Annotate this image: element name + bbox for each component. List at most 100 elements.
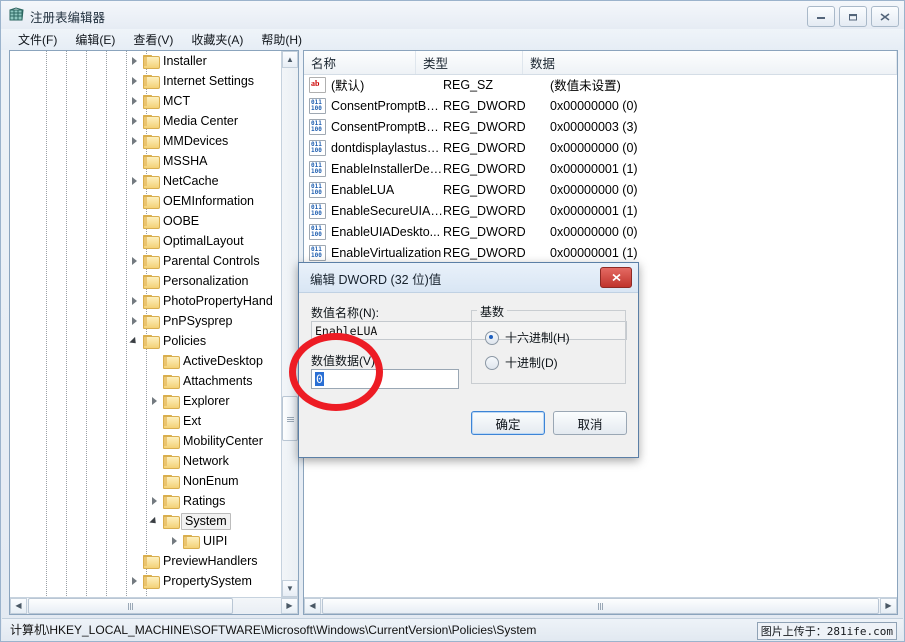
tree-horizontal-scrollbar[interactable]: ◀ ▶ (10, 597, 298, 614)
expand-arrow-icon[interactable] (170, 536, 181, 547)
ok-button[interactable]: 确定 (471, 411, 545, 435)
list-hscroll-thumb[interactable] (322, 598, 879, 614)
expand-arrow-icon[interactable] (130, 296, 141, 307)
expand-arrow-icon[interactable] (130, 176, 141, 187)
list-horizontal-scrollbar[interactable]: ◀ ▶ (304, 597, 897, 614)
expand-arrow-icon[interactable] (130, 56, 141, 67)
collapse-arrow-icon[interactable] (150, 516, 161, 527)
list-scroll-right-button[interactable]: ▶ (880, 598, 897, 614)
dialog-body: 数值名称(N): EnableLUA 数值数据(V): 0 基数 十六进制(H)… (299, 292, 638, 457)
base-groupbox (471, 310, 626, 384)
folder-icon (143, 275, 158, 288)
tree-item-oeminformation[interactable]: OEMInformation (10, 191, 283, 211)
cell-value-data: 0x00000001 (1) (550, 204, 897, 218)
tree-item-parental-controls[interactable]: Parental Controls (10, 251, 283, 271)
tree-item-network[interactable]: Network (10, 451, 283, 471)
tree-item-mct[interactable]: MCT (10, 91, 283, 111)
tree-item-media-center[interactable]: Media Center (10, 111, 283, 131)
tree-item-explorer[interactable]: Explorer (10, 391, 283, 411)
column-header-type[interactable]: 类型 (416, 51, 523, 74)
tree-item-mssha[interactable]: MSSHA (10, 151, 283, 171)
minimize-button[interactable] (807, 6, 835, 27)
cell-value-type: REG_DWORD (443, 162, 550, 176)
tree-item-mobilitycenter[interactable]: MobilityCenter (10, 431, 283, 451)
table-row[interactable]: 011100EnableInstallerDet...REG_DWORD0x00… (304, 158, 897, 179)
close-button[interactable] (871, 6, 899, 27)
tree-item-ext[interactable]: Ext (10, 411, 283, 431)
tree-item-propertysystem[interactable]: PropertySystem (10, 571, 283, 591)
title-bar: 注册表编辑器 (1, 1, 904, 29)
table-row[interactable]: 011100EnableSecureUIAP...REG_DWORD0x0000… (304, 200, 897, 221)
table-row[interactable]: 011100EnableLUAREG_DWORD0x00000000 (0) (304, 179, 897, 200)
table-row[interactable]: 011100EnableVirtualizationREG_DWORD0x000… (304, 242, 897, 263)
tree-item-photopropertyhand[interactable]: PhotoPropertyHand (10, 291, 283, 311)
cell-value-data: 0x00000003 (3) (550, 120, 897, 134)
dialog-close-button[interactable] (600, 267, 632, 288)
menu-item-file[interactable]: 文件(F) (9, 29, 66, 50)
tree-item-uipi[interactable]: UIPI (10, 531, 283, 551)
maximize-button[interactable] (839, 6, 867, 27)
table-row[interactable]: ab(默认)REG_SZ(数值未设置) (304, 74, 897, 95)
table-row[interactable]: 011100EnableUIADeskto...REG_DWORD0x00000… (304, 221, 897, 242)
tree-item-policies[interactable]: Policies (10, 331, 283, 351)
menu-item-view[interactable]: 查看(V) (124, 29, 182, 50)
value-data-field[interactable]: 0 (311, 369, 459, 389)
tree-item-activedesktop[interactable]: ActiveDesktop (10, 351, 283, 371)
expand-arrow-icon[interactable] (130, 576, 141, 587)
tree-item-system[interactable]: System (10, 511, 283, 531)
cancel-button[interactable]: 取消 (553, 411, 627, 435)
expand-arrow-icon[interactable] (130, 116, 141, 127)
collapse-arrow-icon[interactable] (130, 336, 141, 347)
window-controls (807, 6, 899, 27)
tree-item-nonenum[interactable]: NonEnum (10, 471, 283, 491)
tree-item-label: PreviewHandlers (161, 554, 259, 569)
tree-scroll-right-button[interactable]: ▶ (281, 598, 298, 614)
table-row[interactable]: 011100ConsentPromptBe...REG_DWORD0x00000… (304, 95, 897, 116)
column-header-data[interactable]: 数据 (523, 51, 897, 74)
expand-arrow-icon[interactable] (130, 136, 141, 147)
cell-value-name: EnableSecureUIAP... (331, 204, 443, 218)
tree-item-label: PnPSysprep (161, 314, 234, 329)
menu-item-favorites[interactable]: 收藏夹(A) (182, 29, 252, 50)
expand-arrow-icon[interactable] (130, 316, 141, 327)
tree-scroll-left-button[interactable]: ◀ (10, 598, 27, 614)
expand-arrow-icon[interactable] (150, 396, 161, 407)
tree-item-pnpsysprep[interactable]: PnPSysprep (10, 311, 283, 331)
tree-item-previewhandlers[interactable]: PreviewHandlers (10, 551, 283, 571)
table-row[interactable]: 011100ConsentPromptBe...REG_DWORD0x00000… (304, 116, 897, 137)
menu-item-edit[interactable]: 编辑(E) (66, 29, 124, 50)
list-scroll-left-button[interactable]: ◀ (304, 598, 321, 614)
radio-decimal[interactable]: 十进制(D) (485, 354, 558, 371)
tree-item-internet-settings[interactable]: Internet Settings (10, 71, 283, 91)
tree-item-attachments[interactable]: Attachments (10, 371, 283, 391)
value-name-label: 数值名称(N): (311, 304, 379, 321)
table-row[interactable]: 011100dontdisplaylastuse...REG_DWORD0x00… (304, 137, 897, 158)
tree-scroll-thumb[interactable] (282, 396, 298, 441)
menu-item-help[interactable]: 帮助(H) (252, 29, 311, 50)
tree-item-label: UIPI (201, 534, 229, 549)
radio-hexadecimal[interactable]: 十六进制(H) (485, 329, 570, 346)
tree-item-optimallayout[interactable]: OptimalLayout (10, 231, 283, 251)
expand-arrow-icon[interactable] (130, 76, 141, 87)
tree-vertical-scrollbar[interactable]: ▲ ▼ (281, 51, 298, 597)
tree-item-ratings[interactable]: Ratings (10, 491, 283, 511)
tree-item-oobe[interactable]: OOBE (10, 211, 283, 231)
column-header-name[interactable]: 名称 (304, 51, 416, 74)
tree-item-installer[interactable]: Installer (10, 51, 283, 71)
tree-scroll-down-button[interactable]: ▼ (282, 580, 298, 597)
value-data-label: 数值数据(V): (311, 352, 378, 369)
registry-tree-pane[interactable]: InstallerInternet SettingsMCTMedia Cente… (9, 50, 299, 615)
tree-scroll-up-button[interactable]: ▲ (282, 51, 298, 68)
registry-tree[interactable]: InstallerInternet SettingsMCTMedia Cente… (10, 51, 283, 599)
scroll-grip-icon (287, 416, 294, 422)
tree-item-label: Explorer (181, 394, 232, 409)
tree-item-personalization[interactable]: Personalization (10, 271, 283, 291)
tree-item-mmdevices[interactable]: MMDevices (10, 131, 283, 151)
tree-item-netcache[interactable]: NetCache (10, 171, 283, 191)
expand-arrow-icon[interactable] (130, 256, 141, 267)
tree-hscroll-thumb[interactable] (28, 598, 233, 614)
dword-value-icon: 011100 (309, 119, 326, 135)
tree-item-label: System (181, 513, 231, 530)
expand-arrow-icon[interactable] (150, 496, 161, 507)
expand-arrow-icon[interactable] (130, 96, 141, 107)
